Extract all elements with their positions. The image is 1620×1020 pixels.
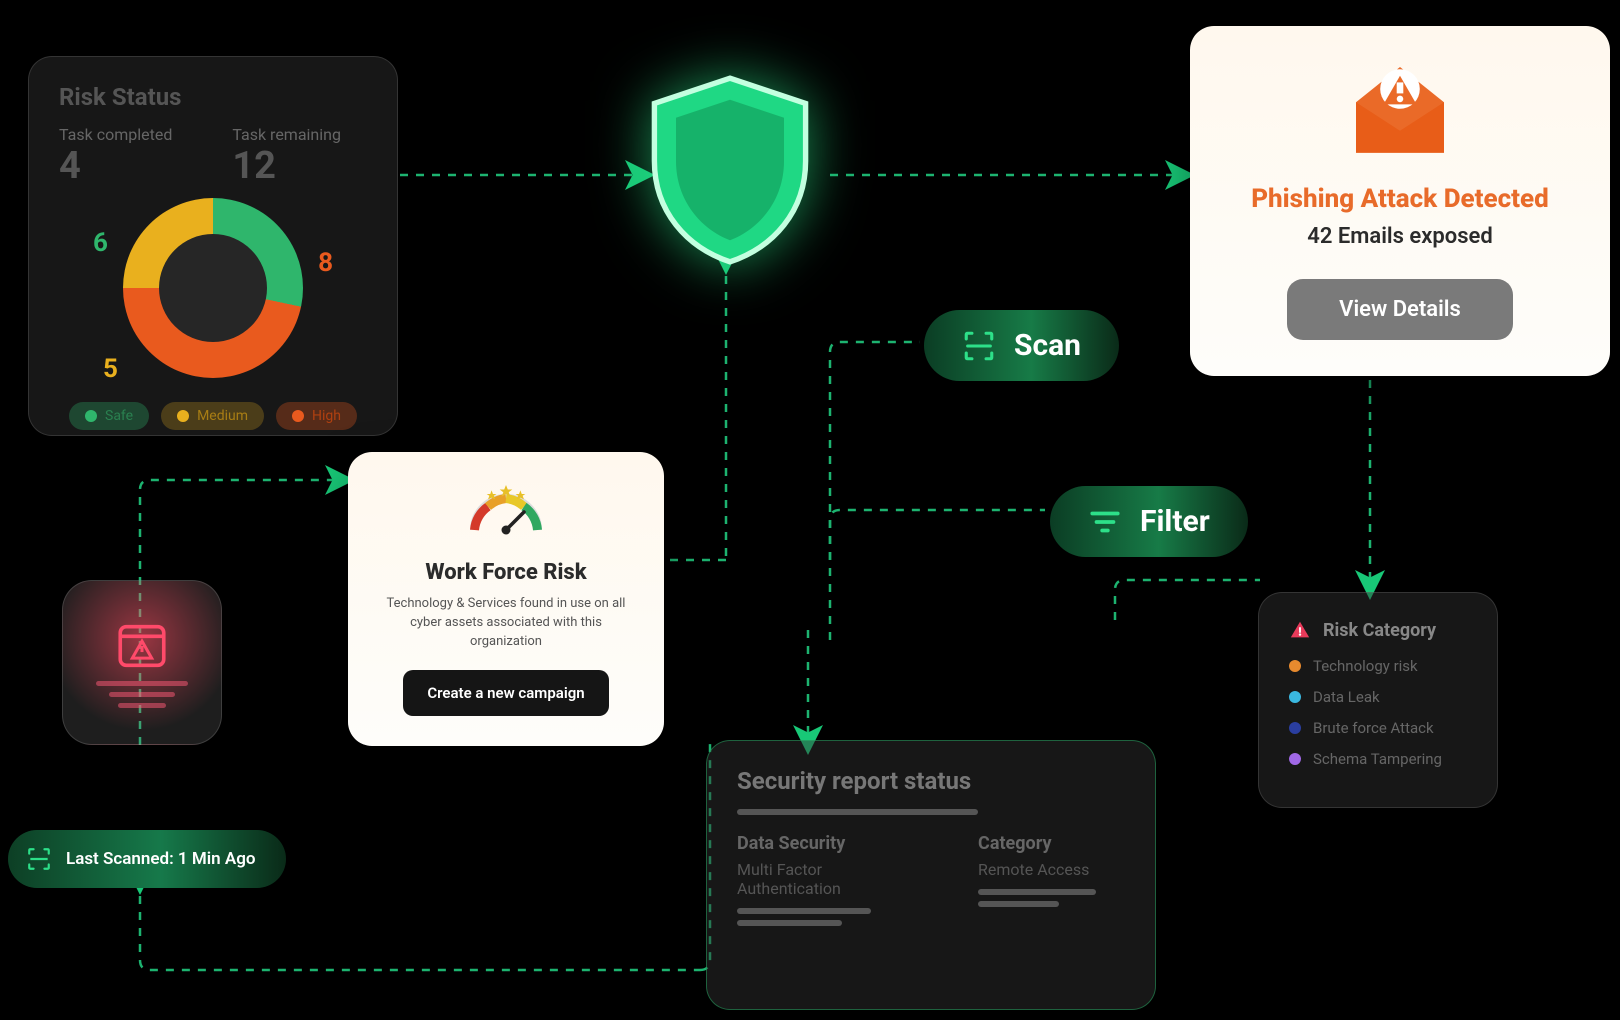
legend-safe: Safe — [69, 402, 149, 430]
filter-icon — [1088, 505, 1122, 539]
workforce-risk-card: Work Force Risk Technology & Services fo… — [348, 452, 664, 746]
task-remaining-value: 12 — [232, 144, 341, 188]
risk-category-item: Schema Tampering — [1289, 750, 1467, 768]
shield-icon — [640, 70, 820, 274]
risk-category-item: Technology risk — [1289, 657, 1467, 675]
last-scanned-text: Last Scanned: 1 Min Ago — [66, 849, 256, 869]
risk-category-item: Brute force Attack — [1289, 719, 1467, 737]
risk-category-card: Risk Category Technology risk Data Leak Br… — [1258, 592, 1498, 808]
scan-label: Scan — [1014, 328, 1081, 363]
donut-medium-value: 5 — [103, 354, 118, 384]
scan-icon — [962, 329, 996, 363]
last-scanned-badge: Last Scanned: 1 Min Ago — [8, 830, 286, 888]
warning-triangle-icon — [1289, 619, 1311, 641]
task-completed-label: Task completed — [59, 125, 172, 144]
risk-status-card: Risk Status Task completed 4 Task remain… — [28, 56, 398, 436]
workforce-title: Work Force Risk — [378, 560, 634, 585]
phishing-title: Phishing Attack Detected — [1220, 184, 1580, 214]
task-completed-value: 4 — [59, 144, 172, 188]
risk-category-title: Risk Category — [1323, 620, 1436, 641]
legend-high: High — [276, 402, 357, 430]
view-details-button[interactable]: View Details — [1287, 279, 1513, 340]
phishing-alert-card: Phishing Attack Detected 42 Emails expos… — [1190, 26, 1610, 376]
security-report-card: Security report status Data Security Mul… — [706, 740, 1156, 1010]
security-report-title: Security report status — [737, 767, 1125, 795]
col-category-value: Remote Access — [978, 860, 1125, 879]
filter-label: Filter — [1140, 504, 1210, 539]
gauge-icon — [378, 482, 634, 546]
risk-status-title: Risk Status — [59, 83, 367, 111]
alert-tile — [62, 580, 222, 745]
risk-category-item: Data Leak — [1289, 688, 1467, 706]
donut-high-value: 8 — [318, 248, 333, 278]
phishing-subtitle: 42 Emails exposed — [1220, 224, 1580, 249]
donut-safe-value: 6 — [93, 228, 108, 258]
scan-small-icon — [26, 846, 52, 872]
workforce-desc: Technology & Services found in use on al… — [378, 595, 634, 652]
filter-button[interactable]: Filter — [1050, 486, 1248, 557]
task-remaining-label: Task remaining — [232, 125, 341, 144]
col-category: Category — [978, 833, 1125, 854]
risk-donut-chart: 6 8 5 — [123, 198, 303, 378]
phishing-envelope-icon — [1220, 56, 1580, 170]
col-data-security-value: Multi Factor Authentication — [737, 860, 928, 898]
browser-alert-icon — [113, 617, 171, 675]
scan-button[interactable]: Scan — [924, 310, 1119, 381]
create-campaign-button[interactable]: Create a new campaign — [403, 670, 608, 716]
legend-medium: Medium — [161, 402, 264, 430]
col-data-security: Data Security — [737, 833, 928, 854]
